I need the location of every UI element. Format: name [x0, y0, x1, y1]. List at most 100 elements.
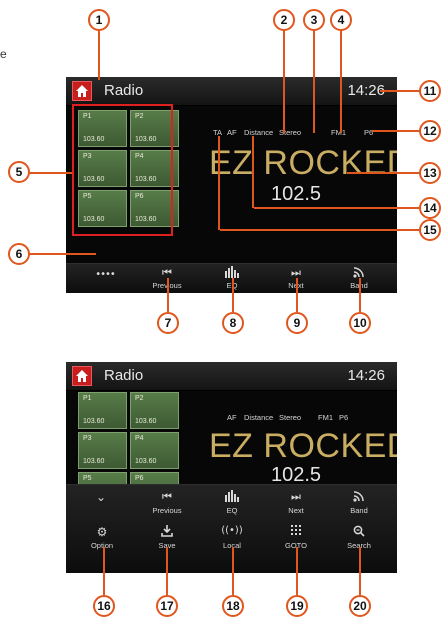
preset-p4[interactable]: P4 103.60: [130, 432, 179, 469]
equalizer-icon: [225, 266, 239, 278]
leader-line-14v: [252, 136, 254, 208]
leader-line-11: [380, 90, 424, 92]
leader-line-13: [347, 172, 424, 174]
callout-4: 4: [330, 9, 352, 31]
keypad-icon: [291, 525, 301, 535]
leader-line-9: [296, 278, 298, 312]
preset-p6[interactable]: P6: [130, 472, 179, 484]
page-text-fragment: e: [0, 47, 7, 61]
preset-p1[interactable]: P1 103.60: [78, 392, 127, 429]
station-name: EZ ROCKED: [209, 427, 397, 465]
callout-10: 10: [349, 312, 371, 334]
preset-p3[interactable]: P3 103.60: [78, 432, 127, 469]
leader-line-19: [296, 547, 298, 595]
leader-line-20: [359, 547, 361, 595]
eq-button[interactable]: [207, 490, 257, 505]
save-button[interactable]: [142, 525, 192, 540]
eq-label: EQ: [226, 506, 238, 515]
preset-frequency: 103.60: [135, 458, 157, 465]
next-label: Next: [288, 506, 304, 515]
callout-11: 11: [419, 80, 441, 102]
search-button[interactable]: [334, 525, 384, 540]
callout-13: 13: [419, 162, 441, 184]
leader-line-15v: [218, 136, 220, 230]
previous-button[interactable]: ⏮: [142, 490, 192, 504]
station-name: EZ ROCKED: [209, 144, 397, 182]
preset-p2[interactable]: P2 103.60: [130, 392, 179, 429]
title-bar: Radio 14:26: [66, 77, 397, 106]
stereo-indicator: Stereo: [279, 413, 302, 422]
leader-line-5: [28, 172, 72, 174]
equalizer-icon: [225, 490, 239, 502]
preset-frequency: 103.60: [83, 418, 105, 425]
callout-9: 9: [286, 312, 308, 334]
next-button[interactable]: ⏭: [271, 490, 321, 504]
option-label: Option: [90, 541, 114, 550]
goto-button[interactable]: [271, 525, 321, 538]
leader-line-14: [254, 207, 424, 209]
more-button[interactable]: ••••: [80, 269, 130, 280]
title-bar: Radio 14:26: [66, 362, 397, 391]
home-icon: [76, 85, 88, 97]
callout-17: 17: [156, 595, 178, 617]
home-button[interactable]: [72, 81, 92, 101]
leader-line-8: [232, 278, 234, 312]
gear-icon: ⚙: [96, 525, 108, 539]
callout-12: 12: [419, 120, 441, 142]
more-dots-icon: ••••: [95, 269, 116, 280]
af-indicator: AF: [227, 413, 237, 422]
skip-previous-icon: ⏮: [162, 490, 172, 503]
callout-15: 15: [419, 219, 441, 241]
preset-name: P5: [83, 475, 92, 482]
home-button[interactable]: [72, 366, 92, 386]
callout-1: 1: [88, 9, 110, 31]
callout-19: 19: [286, 595, 308, 617]
preset-p5[interactable]: P5: [78, 472, 127, 484]
preset-name: P4: [135, 435, 144, 442]
band-label: Band: [350, 506, 368, 515]
preset-grid: P1 103.60 P2 103.60 P3 103.60 P4 103.60 P5 P…: [66, 390, 194, 484]
leader-line-18: [232, 547, 234, 595]
leader-line-4: [340, 30, 342, 133]
leader-line-7: [167, 278, 169, 312]
previous-label: Previous: [152, 506, 182, 515]
band-signal-icon: [353, 267, 364, 278]
leader-line-15: [220, 229, 424, 231]
leader-line-16: [103, 547, 105, 595]
callout-7: 7: [157, 312, 179, 334]
af-indicator: AF: [227, 128, 237, 137]
local-button[interactable]: ((•)): [207, 525, 257, 536]
clock: 14:26: [347, 367, 385, 384]
leader-line-1: [98, 30, 100, 80]
local-signal-icon: ((•)): [221, 525, 243, 536]
preset-name: P6: [135, 475, 144, 482]
option-button[interactable]: ⚙: [77, 525, 127, 539]
chevron-down-icon: ⌄: [95, 490, 107, 504]
leader-line-10: [359, 278, 361, 312]
station-frequency: 102.5: [271, 183, 322, 205]
app-title: Radio: [104, 367, 144, 384]
collapse-button[interactable]: ⌄: [76, 490, 126, 504]
distance-indicator: Distance: [244, 128, 274, 137]
skip-next-icon: ⏭: [291, 490, 301, 503]
band-button[interactable]: [334, 490, 384, 505]
distance-indicator: Distance: [244, 413, 274, 422]
leader-line-6: [28, 253, 96, 255]
preset-highlight-box: [72, 104, 173, 236]
callout-20: 20: [349, 595, 371, 617]
band-indicator: FM1: [331, 128, 346, 137]
callout-16: 16: [93, 595, 115, 617]
callout-3: 3: [303, 9, 325, 31]
band-signal-icon: [353, 491, 364, 502]
callout-2: 2: [273, 9, 295, 31]
preset-indicator: P6: [339, 413, 349, 422]
leader-line-12: [372, 130, 424, 132]
app-title: Radio: [104, 82, 144, 99]
preset-frequency: 103.60: [135, 418, 157, 425]
download-icon: [161, 525, 173, 537]
leader-line-3: [313, 30, 315, 133]
callout-18: 18: [222, 595, 244, 617]
preset-name: P3: [83, 435, 92, 442]
home-icon: [76, 370, 88, 382]
callout-14: 14: [419, 197, 441, 219]
